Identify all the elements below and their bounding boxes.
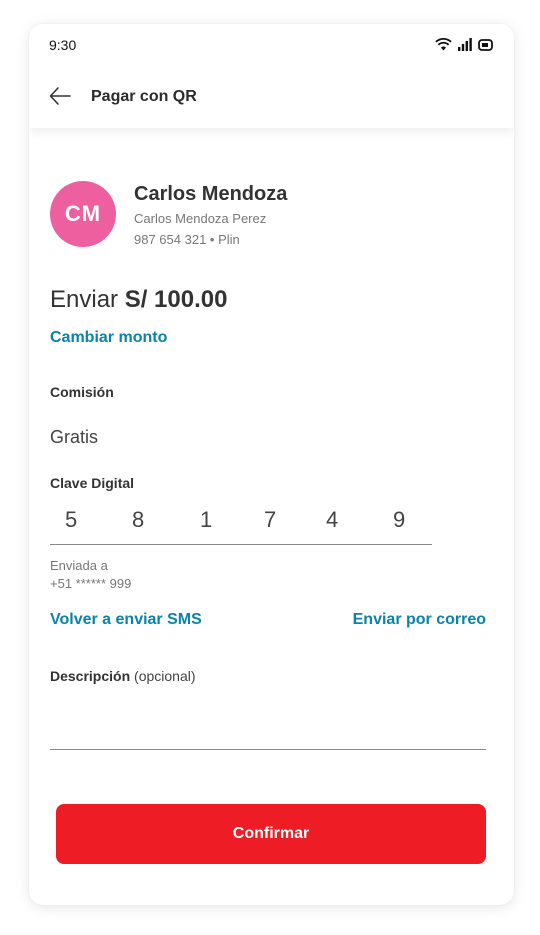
digital-key-input[interactable]: 5 8 1 7 4 9 — [50, 507, 432, 545]
digital-key-label: Clave Digital — [50, 475, 135, 491]
send-prefix: Enviar — [50, 286, 119, 313]
signal-icon — [458, 38, 472, 51]
pin-digit: 7 — [264, 507, 277, 532]
send-amount: Enviar S/ 100.00 — [50, 286, 227, 314]
status-icons — [435, 38, 494, 51]
wifi-icon — [435, 38, 452, 51]
pin-digit: 5 — [65, 507, 78, 532]
description-underline — [50, 749, 486, 750]
pin-digit: 1 — [200, 507, 213, 532]
description-label: Descripción (opcional) — [50, 668, 196, 684]
description-input[interactable] — [50, 714, 486, 746]
page-title: Pagar con QR — [91, 88, 197, 105]
pin-digit: 4 — [326, 507, 339, 532]
sent-to-number: +51 ****** 999 — [50, 576, 132, 591]
contact-full-name: Carlos Mendoza Perez — [134, 211, 267, 226]
sent-to-label: Enviada a — [50, 558, 108, 573]
amount-value: S/ 100.00 — [124, 286, 228, 313]
description-label-text: Descripción — [50, 668, 131, 684]
contact-phone: 987 654 321 • Plin — [134, 232, 240, 247]
pin-digit: 8 — [132, 507, 145, 532]
confirm-button[interactable]: Confirmar — [56, 804, 486, 864]
arrow-left-icon[interactable] — [49, 86, 71, 106]
pin-digit: 9 — [393, 507, 406, 532]
send-email-link[interactable]: Enviar por correo — [353, 611, 486, 629]
contact-name: Carlos Mendoza — [134, 183, 288, 205]
avatar: CM — [50, 181, 116, 247]
top-bar: 9:30 Pagar con QR — [29, 24, 514, 128]
battery-icon — [478, 38, 493, 51]
description-optional: (opcional) — [134, 668, 196, 684]
status-time: 9:30 — [49, 37, 77, 53]
resend-sms-link[interactable]: Volver a enviar SMS — [50, 611, 202, 629]
commission-label: Comisión — [50, 384, 114, 400]
change-amount-link[interactable]: Cambiar monto — [50, 329, 167, 347]
commission-value: Gratis — [50, 427, 99, 447]
phone-screen: 9:30 Pagar con QR CM Carlos Mendoza Carl… — [29, 24, 514, 905]
